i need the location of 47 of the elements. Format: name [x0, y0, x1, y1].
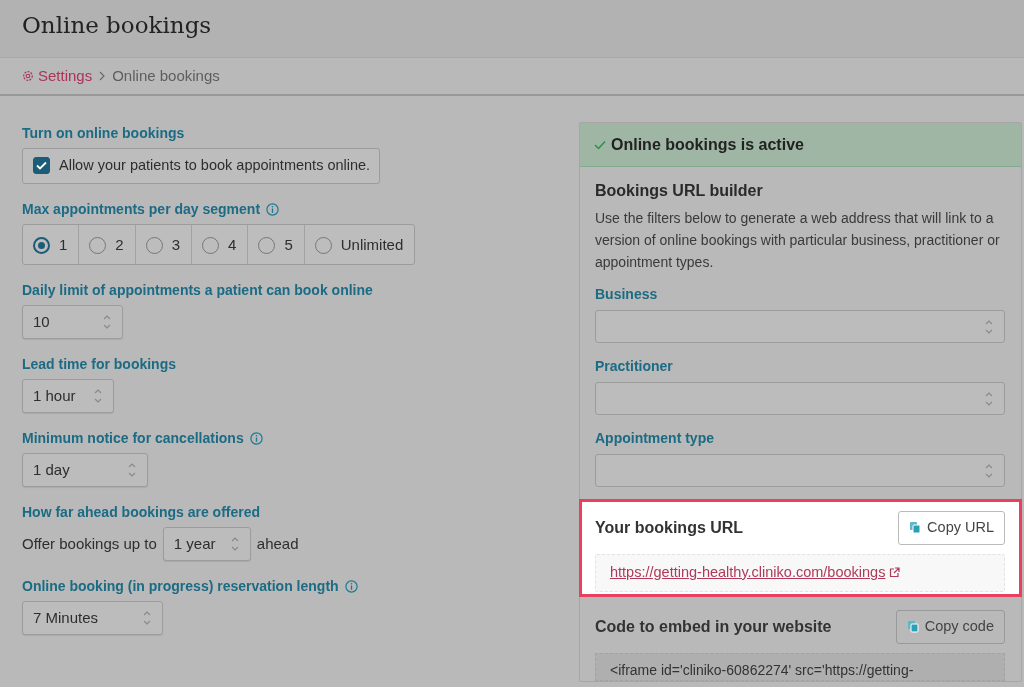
- status-text: Online bookings is active: [611, 134, 804, 155]
- radio-option[interactable]: Unlimited: [304, 224, 415, 265]
- embed-code: <iframe id='cliniko-60862274' src='https://getting-: [595, 652, 1005, 681]
- field-text: ahead: [256, 534, 299, 554]
- select-field[interactable]: 10: [22, 305, 123, 340]
- info-icon: [266, 202, 280, 216]
- description-text: Use the filters below to generate a web address that will link to a version of online bookings with particular business, practitioner or appointment types.: [595, 209, 1001, 272]
- section-title: Bookings URL builder: [595, 181, 764, 201]
- gear-icon: [22, 70, 34, 82]
- field-label: Lead time for bookings: [22, 355, 176, 375]
- select-field[interactable]: 1 hour: [22, 379, 114, 414]
- field-label: Daily limit of appointments a patient can book online: [22, 281, 373, 301]
- select-field[interactable]: 1 day: [22, 453, 148, 488]
- external-link-icon: [889, 567, 901, 579]
- info-icon: [249, 432, 263, 446]
- select-field[interactable]: 7 Minutes: [22, 601, 163, 636]
- radio-option[interactable]: 4: [192, 224, 249, 265]
- field-text: Offer bookings up to: [22, 534, 157, 554]
- radio-option[interactable]: 5: [248, 224, 305, 265]
- select-field[interactable]: [595, 382, 1005, 415]
- copy-button[interactable]: Copy code: [895, 610, 1005, 644]
- radio-option[interactable]: 3: [135, 224, 193, 265]
- checkbox-option[interactable]: Allow your patients to book appointments online.: [22, 148, 381, 184]
- field-label: Max appointments per day segment: [22, 199, 261, 219]
- field-label: Minimum notice for cancellations: [22, 429, 244, 449]
- check-icon: [36, 161, 47, 171]
- check-icon: [594, 139, 606, 150]
- info-icon: [344, 580, 358, 594]
- field-label: Turn on online bookings: [22, 124, 185, 143]
- field-label: Online booking (in progress) reservation length: [22, 577, 339, 597]
- select-field[interactable]: [595, 454, 1005, 487]
- copy-button[interactable]: Copy URL: [898, 511, 1005, 545]
- page-title: Online bookings: [22, 12, 213, 40]
- copy-icon: [909, 521, 922, 535]
- field-label: Appointment type: [595, 429, 714, 448]
- copy-icon: [906, 620, 919, 634]
- chevron-right-icon: [98, 71, 107, 81]
- field-label: Business: [595, 285, 658, 304]
- section-title: Your bookings URL: [595, 517, 744, 538]
- radio-option[interactable]: 1: [23, 224, 80, 265]
- section-title: Code to embed in your website: [595, 616, 832, 637]
- field-label: How far ahead bookings are offered: [22, 503, 261, 523]
- field-label: Practitioner: [595, 357, 673, 376]
- select-field[interactable]: [595, 310, 1005, 343]
- radio-option[interactable]: 2: [79, 224, 136, 265]
- breadcrumb-current: Online bookings: [112, 65, 220, 86]
- select-field[interactable]: 1 year: [162, 527, 251, 562]
